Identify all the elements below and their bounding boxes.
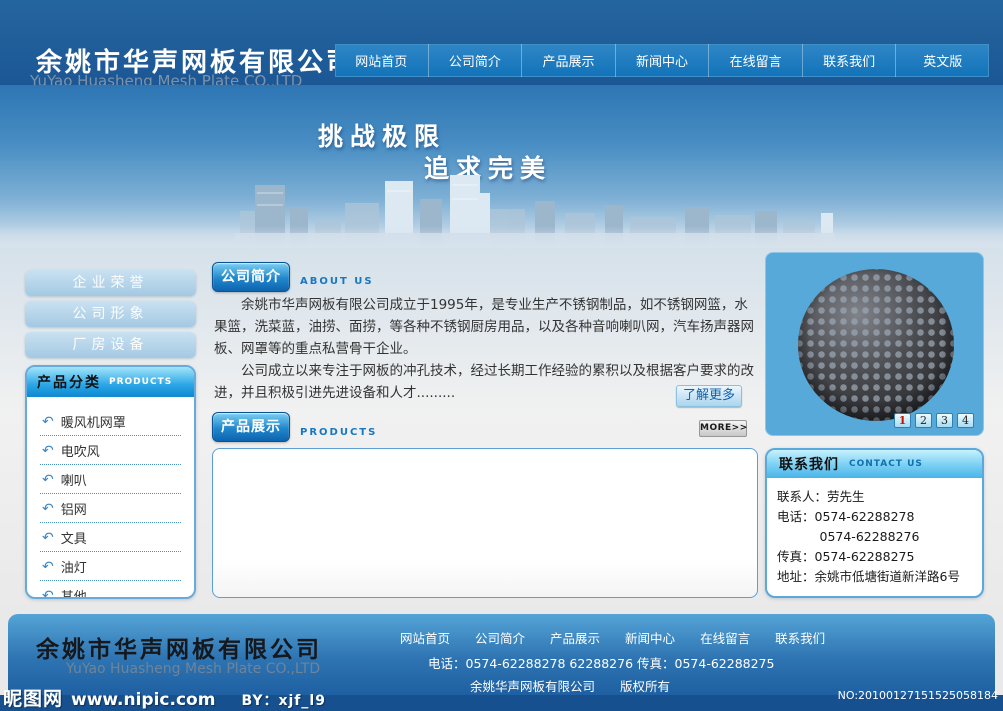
nipic-logo: 昵图网 [3, 684, 63, 711]
footer-company-name: 余姚市华声网板有限公司 [36, 630, 322, 664]
page-button-2[interactable]: 2 [915, 413, 932, 428]
category-label: 喇叭 [61, 470, 87, 489]
category-label: 电吹风 [61, 441, 100, 460]
arrow-icon: ↶ [42, 444, 54, 458]
footer: 余姚市华声网板有限公司 YuYao Huasheng Mesh Plate CO… [8, 614, 995, 695]
category-label: 铝网 [61, 499, 87, 518]
contact-header: 联系我们 CONTACT US [767, 450, 982, 478]
mesh-dome-product-image [794, 261, 958, 425]
arrow-icon: ↶ [42, 589, 54, 600]
category-item[interactable]: ↶ 喇叭 [40, 465, 181, 494]
category-label: 其他 [61, 586, 87, 599]
watermark-serial: NO:20100127151525058184 [838, 689, 998, 702]
watermark-author: BY：xjf_l9 [241, 690, 326, 710]
category-item[interactable]: ↶ 铝网 [40, 494, 181, 523]
products-showcase-panel [212, 448, 758, 598]
contact-box: 联系我们 CONTACT US 联系人：劳先生 电话：0574-62288278… [765, 448, 984, 598]
product-category-title: 产品分类 [37, 372, 101, 392]
page-button-1[interactable]: 1 [894, 413, 911, 428]
watermark: 昵图网 www.nipic.com BY：xjf_l9 [3, 684, 326, 711]
contact-title: 联系我们 [779, 454, 839, 474]
sidebar-item-honors[interactable]: 企业荣誉 [25, 270, 196, 296]
about-section-subtitle: ABOUT US [300, 276, 374, 287]
header: 余姚市华声网板有限公司 YuYao Huasheng Mesh Plate CO… [0, 0, 1003, 85]
nav-products[interactable]: 产品展示 [521, 44, 615, 77]
category-label: 文具 [61, 528, 87, 547]
page-button-4[interactable]: 4 [957, 413, 974, 428]
footer-nav-home[interactable]: 网站首页 [400, 628, 450, 647]
about-section-button[interactable]: 公司简介 [212, 262, 290, 292]
arrow-icon: ↶ [42, 473, 54, 487]
contact-fax: 传真：0574-62288275 [777, 547, 972, 567]
product-category-header: 产品分类 PRODUCTS [27, 367, 194, 397]
products-more-button[interactable]: MORE>> [699, 420, 747, 437]
gallery-pagination: 1 2 3 4 [894, 413, 974, 428]
category-item[interactable]: ↶ 暖风机网罩 [40, 407, 181, 436]
product-photo-box[interactable]: 1 2 3 4 [765, 252, 984, 436]
category-item[interactable]: ↶ 电吹风 [40, 436, 181, 465]
contact-person: 联系人：劳先生 [777, 487, 972, 507]
nav-news[interactable]: 新闻中心 [615, 44, 709, 77]
watermark-site: www.nipic.com [71, 690, 215, 710]
products-section-subtitle: PRODUCTS [300, 427, 377, 438]
products-section-button[interactable]: 产品展示 [212, 412, 290, 442]
arrow-icon: ↶ [42, 560, 54, 574]
footer-company-name-en: YuYao Huasheng Mesh Plate CO.,LTD [66, 661, 320, 677]
nav-contact[interactable]: 联系我们 [802, 44, 896, 77]
contact-subtitle: CONTACT US [849, 459, 923, 469]
footer-nav-news[interactable]: 新闻中心 [625, 628, 675, 647]
contact-phone-2: 0574-62288276 [777, 527, 972, 547]
arrow-icon: ↶ [42, 502, 54, 516]
product-category-box: 产品分类 PRODUCTS ↶ 暖风机网罩 ↶ 电吹风 ↶ 喇叭 ↶ 铝网 ↶ 文具 ↶ 油… [25, 365, 196, 599]
page: 余姚市华声网板有限公司 YuYao Huasheng Mesh Plate CO… [0, 0, 1003, 711]
nav-english[interactable]: 英文版 [895, 44, 989, 77]
footer-nav-products[interactable]: 产品展示 [550, 628, 600, 647]
about-paragraph-1: 余姚市华声网板有限公司成立于1995年，是专业生产不锈钢制品，如不锈钢网篮，水果… [214, 294, 760, 360]
arrow-icon: ↶ [42, 531, 54, 545]
category-label: 油灯 [61, 557, 87, 576]
contact-address: 地址：余姚市低塘街道新洋路6号 [777, 567, 972, 587]
sidebar-item-facility[interactable]: 厂房设备 [25, 332, 196, 358]
category-item[interactable]: ↶ 油灯 [40, 552, 181, 581]
footer-copyright: 余姚华声网板有限公司 版权所有 [470, 676, 670, 695]
footer-nav: 网站首页 公司简介 产品展示 新闻中心 在线留言 联系我们 [400, 628, 825, 647]
banner-slogan-1: 挑战极限 [318, 117, 446, 153]
main-content: 企业荣誉 公司形象 厂房设备 产品分类 PRODUCTS ↶ 暖风机网罩 ↶ 电吹风… [0, 248, 1003, 614]
page-button-3[interactable]: 3 [936, 413, 953, 428]
footer-nav-contact[interactable]: 联系我们 [775, 628, 825, 647]
footer-nav-about[interactable]: 公司简介 [475, 628, 525, 647]
category-item[interactable]: ↶ 其他 [40, 581, 181, 599]
product-category-list: ↶ 暖风机网罩 ↶ 电吹风 ↶ 喇叭 ↶ 铝网 ↶ 文具 ↶ 油灯 ↶ 其他 [27, 397, 194, 599]
nav-message[interactable]: 在线留言 [708, 44, 802, 77]
category-label: 暖风机网罩 [61, 412, 126, 431]
nav-home[interactable]: 网站首页 [335, 44, 428, 77]
main-nav: 网站首页 公司简介 产品展示 新闻中心 在线留言 联系我们 英文版 [335, 44, 989, 77]
contact-details: 联系人：劳先生 电话：0574-62288278 0574-62288276 传… [767, 478, 982, 596]
contact-phone-1: 电话：0574-62288278 [777, 507, 972, 527]
banner: 挑战极限 追求完美 [0, 85, 1003, 248]
banner-fade [0, 226, 1003, 248]
arrow-icon: ↶ [42, 415, 54, 429]
category-item[interactable]: ↶ 文具 [40, 523, 181, 552]
sidebar-item-image[interactable]: 公司形象 [25, 301, 196, 327]
learn-more-button[interactable]: 了解更多 [676, 385, 742, 407]
nav-about[interactable]: 公司简介 [428, 44, 522, 77]
product-category-subtitle: PRODUCTS [109, 377, 172, 387]
footer-nav-message[interactable]: 在线留言 [700, 628, 750, 647]
footer-phone-line: 电话：0574-62288278 62288276 传真：0574-622882… [428, 653, 774, 672]
